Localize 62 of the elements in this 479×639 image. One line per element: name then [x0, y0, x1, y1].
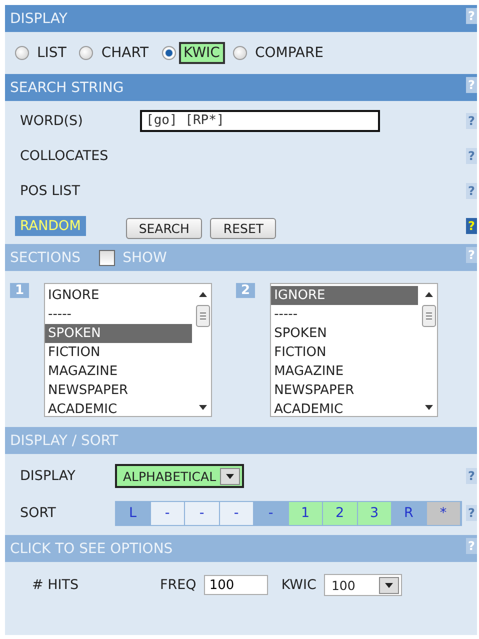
search-button[interactable]: SEARCH: [126, 218, 202, 239]
section-title: DISPLAY / SORT: [10, 432, 118, 448]
scroll-thumb[interactable]: [196, 305, 210, 327]
list-option[interactable]: MAGAZINE: [45, 362, 192, 381]
word-input-field[interactable]: [go] [RP*]: [140, 110, 380, 132]
field-label: DISPLAY: [20, 468, 76, 484]
field-label: WORD(S): [20, 112, 84, 128]
radio-label[interactable]: CHART: [96, 42, 154, 64]
scroll-up-icon[interactable]: [199, 292, 208, 297]
radio-button[interactable]: [232, 46, 247, 60]
radio-label[interactable]: LIST: [32, 42, 72, 64]
scroll-down-icon[interactable]: [425, 405, 434, 410]
list-option[interactable]: -----: [271, 305, 418, 324]
radio-label[interactable]: KWIC: [178, 42, 225, 64]
caret-icon[interactable]: [385, 582, 394, 588]
list-option[interactable]: FICTION: [271, 343, 418, 362]
radio-label[interactable]: COMPARE: [250, 42, 329, 64]
sort-cell[interactable]: -: [150, 502, 185, 524]
sort-cell[interactable]: -: [185, 502, 220, 524]
field-label: COLLOCATES: [20, 148, 110, 164]
section-number: 1: [10, 283, 30, 298]
freq-input-field[interactable]: 100: [204, 575, 268, 595]
list-option[interactable]: NEWSPAPER: [45, 381, 192, 400]
caret-icon[interactable]: [226, 474, 234, 478]
kwic-dropdown[interactable]: 100: [324, 574, 402, 596]
radio-button[interactable]: [162, 46, 176, 60]
list-option[interactable]: NEWSPAPER: [271, 381, 418, 400]
field-label: # HITS: [32, 577, 80, 593]
reset-button[interactable]: RESET: [210, 218, 276, 239]
field-label: SORT: [20, 505, 57, 521]
list-option[interactable]: FICTION: [45, 343, 192, 362]
list-option[interactable]: SPOKEN: [271, 324, 418, 343]
scroll-thumb[interactable]: [422, 305, 436, 327]
sort-cell[interactable]: 2: [323, 502, 358, 524]
radio-button[interactable]: [15, 46, 29, 60]
sort-cell[interactable]: -: [220, 502, 254, 524]
list-option[interactable]: IGNORE: [45, 286, 192, 305]
section-title: SEARCH STRING: [10, 80, 124, 96]
scroll-up-icon[interactable]: [425, 292, 434, 297]
section-listbox[interactable]: IGNORE ----- SPOKEN FICTION MAGAZINE NEWSPAPER ACADEMIC: [270, 283, 438, 417]
display-dropdown[interactable]: ALPHABETICAL: [115, 464, 244, 488]
sort-cell[interactable]: 1: [288, 502, 323, 524]
help-button[interactable]: ?: [466, 218, 477, 234]
list-option[interactable]: IGNORE: [271, 286, 418, 305]
list-option[interactable]: ACADEMIC: [45, 400, 192, 416]
scroll-down-icon[interactable]: [199, 405, 208, 410]
section-title: SECTIONS: [10, 250, 81, 266]
sort-cell[interactable]: *: [426, 502, 461, 524]
list-option[interactable]: ACADEMIC: [271, 400, 418, 416]
section-number: 2: [236, 283, 256, 298]
field-label: KWIC: [281, 577, 316, 593]
section-title: DISPLAY: [10, 10, 68, 26]
list-option[interactable]: -----: [45, 305, 192, 324]
radio-button[interactable]: [79, 46, 94, 60]
list-option[interactable]: MAGAZINE: [271, 362, 418, 381]
sort-cell[interactable]: 3: [358, 502, 392, 524]
section-listbox[interactable]: IGNORE ----- SPOKEN FICTION MAGAZINE NEWSPAPER ACADEMIC: [44, 283, 212, 417]
checkbox[interactable]: [98, 250, 115, 266]
section-title: CLICK TO SEE OPTIONS: [10, 540, 173, 556]
list-option[interactable]: SPOKEN: [45, 324, 192, 343]
field-label: POS LIST: [20, 182, 81, 198]
field-label: FREQ: [160, 577, 196, 593]
